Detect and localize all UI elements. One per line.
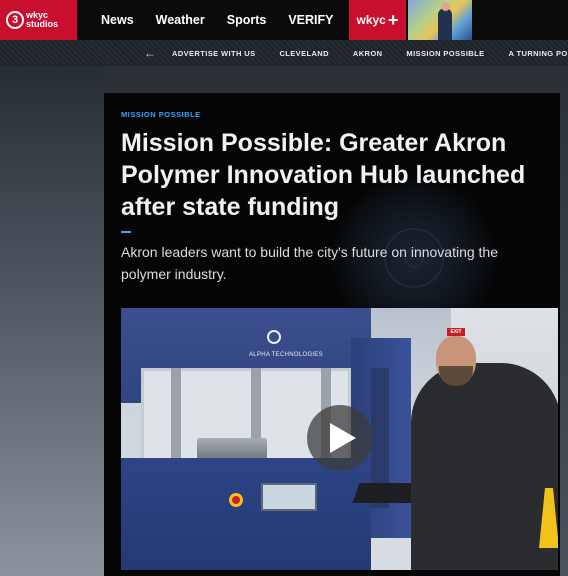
machine-label: ALPHA TECHNOLOGIES (249, 352, 323, 358)
wkyc-studios-logo[interactable]: 3 wkyc studios (0, 0, 77, 40)
video-player[interactable]: ALPHA TECHNOLOGIES EXIT (121, 308, 558, 570)
arrow-left-icon[interactable]: ← (144, 46, 156, 60)
emergency-stop-icon (229, 493, 243, 507)
machine-logo-icon (267, 330, 281, 344)
machine-platen (197, 438, 267, 460)
logo-text: wkyc studios (26, 11, 58, 29)
channel-3-icon: 3 (6, 11, 24, 29)
wkyc-plus-label: wkyc (356, 13, 386, 27)
play-icon (330, 423, 356, 453)
nav-item-sports[interactable]: Sports (216, 0, 278, 40)
nav-item-news[interactable]: News (77, 0, 145, 40)
video-person-body (411, 363, 558, 570)
top-navigation-bar: 3 wkyc studios News Weather Sports VERIF… (0, 0, 568, 40)
article-dek: Akron leaders want to build the city's f… (121, 244, 499, 282)
nav-item-weather[interactable]: Weather (145, 0, 216, 40)
article-container: MISSION POSSIBLE Mission Possible: Great… (104, 93, 560, 576)
subnav-item-cleveland[interactable]: CLEVELAND (279, 49, 328, 58)
subnav-item-akron[interactable]: AKRON (353, 49, 383, 58)
main-nav: News Weather Sports VERIFY (77, 0, 345, 40)
page-background-right (560, 66, 568, 576)
play-button[interactable] (307, 405, 373, 471)
meteorologist-figure (438, 8, 453, 40)
video-machine-console (121, 458, 371, 570)
weather-map-thumbnail[interactable] (408, 0, 473, 40)
page-background-left (0, 66, 104, 576)
plus-icon: + (387, 9, 399, 30)
article-kicker[interactable]: MISSION POSSIBLE (121, 110, 201, 119)
wkyc-plus-button[interactable]: wkyc + (348, 0, 407, 40)
headline-divider (121, 231, 131, 233)
logo-line2: studios (26, 19, 59, 29)
nav-item-verify[interactable]: VERIFY (277, 0, 344, 40)
subnav-item-advertise[interactable]: ADVERTISE WITH US (172, 49, 255, 58)
machine-screen (261, 483, 317, 511)
subnav-item-turning-point[interactable]: A TURNING POINT (509, 49, 568, 58)
article-headline: Mission Possible: Greater Akron Polymer … (121, 129, 526, 221)
subnav-item-mission-possible[interactable]: MISSION POSSIBLE (406, 49, 484, 58)
page-background-top (104, 66, 560, 93)
section-subnav: ← ADVERTISE WITH US CLEVELAND AKRON MISS… (0, 40, 568, 66)
exit-sign: EXIT (447, 328, 465, 336)
